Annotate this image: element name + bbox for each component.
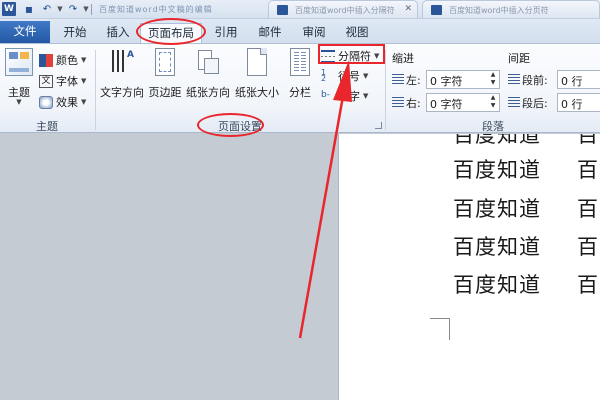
- annotation-arrow: [298, 60, 352, 339]
